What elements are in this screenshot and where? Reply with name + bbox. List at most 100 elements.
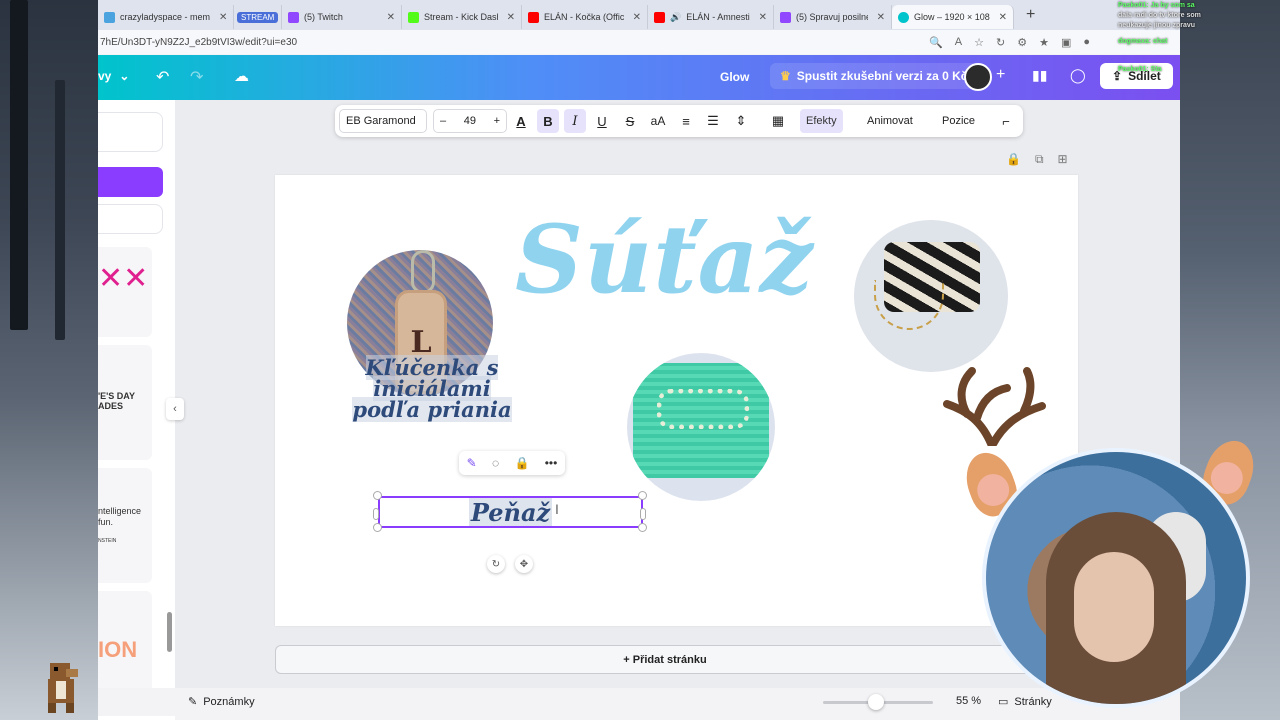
tab-group-stream[interactable]: STREAM bbox=[234, 5, 282, 29]
crown-icon: ♛ bbox=[780, 69, 791, 83]
tab-spravuj-posilnenia[interactable]: (5) Spravuj posilnenia ✕ bbox=[774, 5, 892, 29]
extensions-icon[interactable]: ⚙ bbox=[1017, 36, 1027, 49]
side-panel-search[interactable] bbox=[98, 112, 163, 152]
letter-case-icon[interactable]: aA bbox=[647, 109, 669, 133]
underline-icon[interactable]: U bbox=[591, 109, 613, 133]
copy-style-icon[interactable]: ⌐ bbox=[995, 109, 1017, 133]
add-page-button[interactable]: + Přidat stránku bbox=[275, 645, 1055, 674]
tab-glow-canva[interactable]: Glow – 1920 × 1080 px ✕ bbox=[892, 5, 1014, 29]
close-tab-icon[interactable]: ✕ bbox=[999, 12, 1007, 23]
project-name[interactable]: Glow bbox=[720, 70, 749, 84]
editor-footer: ✎ Poznámky 55 % ▭ Stránky bbox=[98, 688, 1180, 716]
zoom-icon[interactable]: 🔍 bbox=[929, 36, 943, 49]
template-graphic-icon: ✕✕ bbox=[98, 261, 149, 296]
list-icon[interactable]: ☰ bbox=[702, 109, 724, 133]
selection-outline bbox=[378, 496, 643, 528]
resize-handle-tl[interactable] bbox=[373, 491, 382, 500]
strikethrough-icon[interactable]: S bbox=[619, 109, 641, 133]
comment-icon[interactable]: ◌ bbox=[492, 456, 499, 470]
menu-dropdown[interactable]: vy ⌄ bbox=[98, 69, 129, 83]
twitch-icon bbox=[780, 11, 791, 23]
side-panel-primary-button[interactable] bbox=[98, 167, 163, 197]
comments-icon[interactable]: ◯ bbox=[1070, 67, 1086, 84]
duplicate-page-icon[interactable]: ⧉ bbox=[1035, 152, 1044, 167]
animate-button[interactable]: Animovat bbox=[861, 109, 919, 133]
favorites-icon[interactable]: ★ bbox=[1039, 36, 1049, 49]
decrease-size-button[interactable]: – bbox=[440, 115, 446, 127]
start-trial-button[interactable]: ♛ Spustit zkušební verzi za 0 Kč bbox=[770, 63, 978, 89]
collapse-panel-button[interactable]: ‹ bbox=[166, 398, 184, 420]
resize-handle-tr[interactable] bbox=[638, 491, 647, 500]
zoom-slider-handle[interactable] bbox=[868, 694, 884, 710]
new-tab-icon[interactable]: + bbox=[1026, 6, 1035, 24]
more-options-icon[interactable]: ••• bbox=[545, 456, 558, 470]
side-panel-scrollbar[interactable] bbox=[167, 247, 172, 702]
profile-icon[interactable]: ● bbox=[1083, 36, 1090, 49]
tab-twitch[interactable]: (5) Twitch ✕ bbox=[282, 5, 402, 29]
resize-handle-r[interactable] bbox=[640, 508, 646, 520]
tab-kick[interactable]: Stream - Kick Dashboa ✕ bbox=[402, 5, 522, 29]
spacing-icon[interactable]: ⇕ bbox=[730, 109, 752, 133]
resize-handle-l[interactable] bbox=[373, 508, 379, 520]
rotate-icon[interactable]: ↻ bbox=[487, 555, 505, 573]
avatar[interactable] bbox=[964, 63, 992, 91]
redo-icon[interactable]: ↷ bbox=[190, 67, 203, 87]
magic-edit-icon[interactable]: ✎ bbox=[467, 456, 477, 470]
cloud-saved-icon[interactable]: ☁ bbox=[234, 67, 249, 85]
resize-handle-br[interactable] bbox=[638, 523, 647, 532]
close-tab-icon[interactable]: ✕ bbox=[507, 12, 515, 23]
font-size-value[interactable]: 49 bbox=[464, 115, 476, 127]
close-tab-icon[interactable]: ✕ bbox=[877, 12, 885, 23]
wallet-photo[interactable] bbox=[627, 353, 775, 501]
undo-icon[interactable]: ↶ bbox=[156, 67, 169, 87]
side-panel-secondary-button[interactable] bbox=[98, 204, 163, 234]
notes-button[interactable]: ✎ Poznámky bbox=[188, 695, 255, 709]
resize-handle-bl[interactable] bbox=[373, 523, 382, 532]
font-size-stepper[interactable]: – 49 + bbox=[433, 109, 507, 133]
tab-elan-kocka[interactable]: ELÁN - Kočka (Official ✕ bbox=[522, 5, 648, 29]
transparency-icon[interactable]: ▦ bbox=[767, 109, 789, 133]
close-tab-icon[interactable]: ✕ bbox=[633, 12, 641, 23]
close-tab-icon[interactable]: ✕ bbox=[387, 12, 395, 23]
align-center-icon[interactable]: ≡ bbox=[675, 109, 697, 133]
close-tab-icon[interactable]: ✕ bbox=[759, 12, 767, 23]
url-text[interactable]: 7hE/Un3DT-yN9Z2J_e2b9tVI3w/edit?ui=e30 bbox=[100, 37, 297, 48]
lock-icon[interactable]: 🔒 bbox=[514, 456, 529, 470]
increase-size-button[interactable]: + bbox=[494, 115, 500, 127]
pages-button[interactable]: ▭ Stránky bbox=[998, 695, 1052, 709]
crochet-bag-photo[interactable] bbox=[854, 220, 1008, 372]
close-tab-icon[interactable]: ✕ bbox=[219, 12, 227, 23]
text-color-icon[interactable]: A bbox=[510, 109, 532, 133]
title-text[interactable]: Súťaž bbox=[515, 205, 814, 315]
position-button[interactable]: Pozice bbox=[936, 109, 981, 133]
favorite-star-icon[interactable]: ☆ bbox=[974, 36, 984, 49]
template-thumbnail-2[interactable]: 'E'S DAY ADES bbox=[98, 345, 152, 460]
notes-icon: ✎ bbox=[188, 696, 198, 708]
add-page-icon[interactable]: ⊞ bbox=[1058, 152, 1068, 167]
font-family-select[interactable]: EB Garamond bbox=[339, 109, 427, 133]
page-actions: 🔒 ⧉ ⊞ bbox=[1006, 152, 1068, 167]
keyring-shape bbox=[411, 250, 435, 294]
analytics-icon[interactable]: ▮▮ bbox=[1032, 67, 1047, 84]
refresh-icon[interactable]: ↻ bbox=[996, 36, 1005, 49]
template-thumbnail-3[interactable]: ntelligence fun. NSTEIN bbox=[98, 468, 152, 583]
browser-action-icons: 🔍 A ☆ ↻ ⚙ ★ ▣ ● bbox=[929, 36, 1090, 49]
bold-icon[interactable]: B bbox=[537, 109, 559, 133]
transform-controls: ↻ ✥ bbox=[487, 555, 533, 573]
scrollbar-thumb[interactable] bbox=[167, 612, 172, 652]
italic-icon[interactable]: I bbox=[564, 109, 586, 133]
add-collaborator-icon[interactable]: + bbox=[996, 66, 1005, 84]
lock-icon[interactable]: 🔒 bbox=[1006, 152, 1021, 167]
stream-background-left bbox=[0, 0, 98, 720]
tab-elan-amnestia[interactable]: 🔊 ELÁN - Amnestia ✕ bbox=[648, 5, 774, 29]
effects-button[interactable]: Efekty bbox=[800, 109, 843, 133]
address-bar[interactable]: 7hE/Un3DT-yN9Z2J_e2b9tVI3w/edit?ui=e30 🔍… bbox=[98, 30, 1180, 54]
template-thumbnail-1[interactable]: ✕✕ bbox=[98, 247, 152, 337]
read-aloud-icon[interactable]: A bbox=[955, 36, 962, 49]
move-icon[interactable]: ✥ bbox=[515, 555, 533, 573]
audio-playing-icon[interactable]: 🔊 bbox=[670, 12, 681, 23]
tab-crazyladyspace[interactable]: crazyladyspace - mem ✕ bbox=[98, 5, 234, 29]
keychain-caption[interactable]: Kľúčenka s iniciálami podľa priania bbox=[309, 355, 555, 422]
collections-icon[interactable]: ▣ bbox=[1061, 36, 1071, 49]
zoom-value[interactable]: 55 % bbox=[956, 695, 981, 707]
